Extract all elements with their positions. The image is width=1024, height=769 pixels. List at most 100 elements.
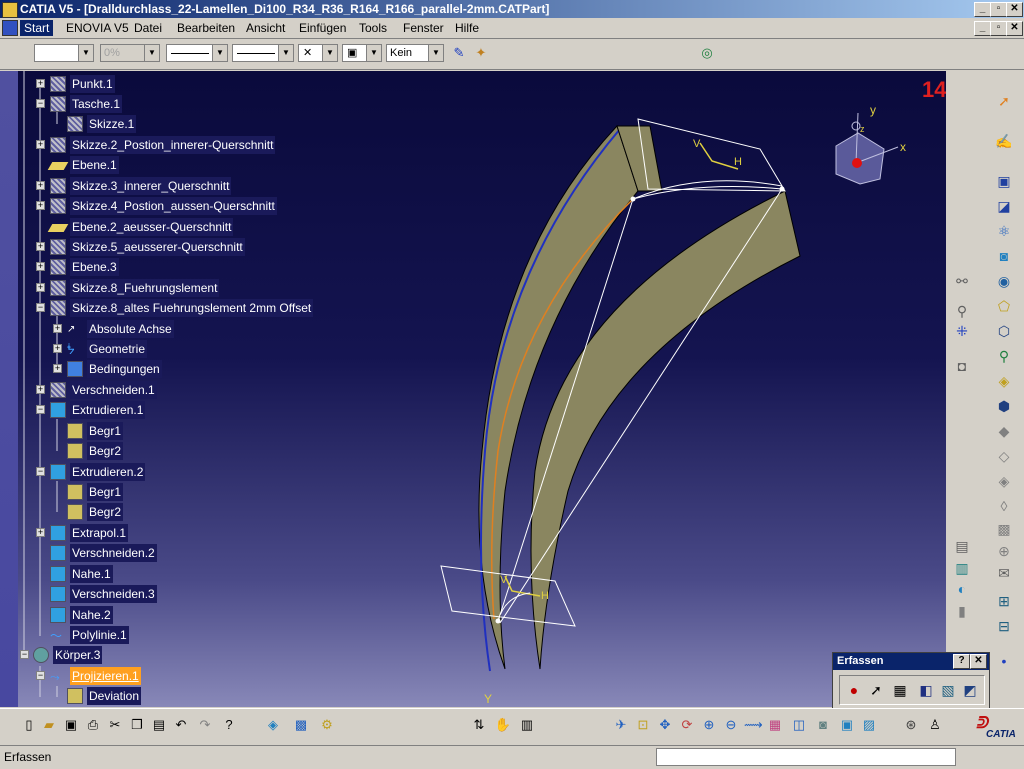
- palette-help-button[interactable]: ?: [953, 654, 970, 669]
- sphere-icon[interactable]: ◉: [994, 271, 1014, 291]
- menu-einfuegen[interactable]: Einfügen: [295, 20, 350, 36]
- redo-icon[interactable]: ↷: [196, 716, 214, 734]
- collapse-toggle[interactable]: −: [36, 303, 45, 312]
- catalog-icon[interactable]: ◎: [698, 44, 716, 62]
- doc-close-button[interactable]: ✕: [1006, 21, 1023, 36]
- open-folder-icon[interactable]: ▰: [40, 716, 58, 734]
- fly-mode-icon[interactable]: ✈: [612, 716, 630, 734]
- boolean-tool-icon[interactable]: ◆: [994, 421, 1014, 441]
- healing-tool-icon[interactable]: ▩: [994, 519, 1014, 539]
- menu-enovia[interactable]: ENOVIA V5: [62, 20, 133, 36]
- menu-fenster[interactable]: Fenster: [399, 20, 448, 36]
- line-icon[interactable]: ◪: [994, 196, 1014, 216]
- sketcher-icon[interactable]: ✍: [994, 131, 1014, 151]
- revolve-tool-icon[interactable]: ⬡: [994, 321, 1014, 341]
- trim-tool-icon[interactable]: ◈: [994, 471, 1014, 491]
- paste-icon[interactable]: ▤: [150, 716, 168, 734]
- axis-system-icon[interactable]: ⊞: [994, 591, 1014, 611]
- grid-icon[interactable]: ⁜: [952, 321, 972, 341]
- point-symbol-select[interactable]: ✕ ▼: [298, 44, 338, 62]
- control-point[interactable]: [630, 196, 636, 202]
- expand-toggle[interactable]: +: [36, 242, 45, 251]
- expand-toggle[interactable]: +: [36, 79, 45, 88]
- expand-toggle[interactable]: +: [53, 344, 62, 353]
- clipboard-icon[interactable]: ▥: [518, 716, 536, 734]
- render-mode-icon[interactable]: ◙: [814, 716, 832, 734]
- person-icon[interactable]: ♙: [926, 716, 944, 734]
- normal-view-icon[interactable]: ⟿: [744, 716, 763, 734]
- split-tool-icon[interactable]: ◇: [994, 446, 1014, 466]
- document-icon[interactable]: [2, 20, 18, 36]
- fill-color-select[interactable]: ▼: [34, 44, 94, 62]
- collapse-toggle[interactable]: −: [20, 650, 29, 659]
- new-document-icon[interactable]: ▯: [20, 716, 38, 734]
- menu-tools[interactable]: Tools: [355, 20, 391, 36]
- blend-tool-icon[interactable]: ⬢: [994, 396, 1014, 416]
- doc-minimize-button[interactable]: _: [974, 21, 991, 36]
- expand-toggle[interactable]: +: [36, 283, 45, 292]
- multi-view-icon[interactable]: ▦: [766, 716, 784, 734]
- constraint-tool-icon[interactable]: ⚯: [952, 271, 972, 291]
- image-capture-icon[interactable]: ▧: [938, 680, 958, 700]
- sweep-tool-icon[interactable]: ⚲: [994, 346, 1014, 366]
- expand-toggle[interactable]: +: [36, 385, 45, 394]
- menu-bearbeiten[interactable]: Bearbeiten: [173, 20, 239, 36]
- minimize-button[interactable]: _: [974, 2, 991, 17]
- command-input[interactable]: [656, 748, 956, 766]
- collapse-toggle[interactable]: −: [36, 405, 45, 414]
- cylinder-icon[interactable]: ◙: [994, 246, 1014, 266]
- close-button[interactable]: ✕: [1006, 2, 1023, 17]
- swap-icon[interactable]: ⇅: [470, 716, 488, 734]
- expand-toggle[interactable]: +: [36, 528, 45, 537]
- control-point[interactable]: [495, 618, 501, 624]
- whats-this-icon[interactable]: ?: [220, 716, 238, 734]
- collapse-toggle[interactable]: −: [36, 99, 45, 108]
- compass-reset-icon[interactable]: ⊛: [902, 716, 920, 734]
- pointer-icon[interactable]: ➚: [866, 680, 886, 700]
- catia-app-icon[interactable]: [2, 2, 18, 18]
- expand-toggle[interactable]: +: [36, 262, 45, 271]
- render-style-select[interactable]: ▣ ▼: [342, 44, 382, 62]
- snap-icon[interactable]: ◘: [952, 356, 972, 376]
- menu-datei[interactable]: Datei: [130, 20, 166, 36]
- layer-select[interactable]: Kein ▼: [386, 44, 444, 62]
- hide-show-icon[interactable]: ▮: [952, 601, 972, 621]
- zoom-out-icon[interactable]: ⊖: [722, 716, 740, 734]
- iso-view-icon[interactable]: ◫: [790, 716, 808, 734]
- extract-tool-icon[interactable]: ✉: [994, 563, 1014, 583]
- measure-tool-icon[interactable]: ▤: [952, 536, 972, 556]
- record-icon[interactable]: ●: [844, 680, 864, 700]
- copy-icon[interactable]: ❐: [128, 716, 146, 734]
- zoom-in-icon[interactable]: ⊕: [700, 716, 718, 734]
- eraser-tool-icon[interactable]: ◐: [952, 579, 972, 599]
- chart-capture-icon[interactable]: ◩: [960, 680, 980, 700]
- swap-visible-icon[interactable]: ▨: [860, 716, 878, 734]
- capture-icon[interactable]: ▦: [890, 680, 910, 700]
- collapse-toggle[interactable]: −: [36, 467, 45, 476]
- layer-tool-icon[interactable]: ▥: [952, 558, 972, 578]
- line-type-select[interactable]: ▼: [232, 44, 294, 62]
- compass-widget[interactable]: [835, 112, 899, 185]
- 3d-capture-icon[interactable]: ◧: [916, 680, 936, 700]
- line-thickness-select[interactable]: ▼: [166, 44, 228, 62]
- select-arrow-icon[interactable]: ➚: [994, 91, 1014, 111]
- hand-icon[interactable]: ✋: [494, 716, 512, 734]
- expand-toggle[interactable]: +: [36, 201, 45, 210]
- point-icon[interactable]: ▣: [994, 171, 1014, 191]
- undo-icon[interactable]: ↶: [172, 716, 190, 734]
- control-point[interactable]: [779, 186, 785, 192]
- collapse-toggle[interactable]: −: [36, 671, 45, 680]
- scan-icon[interactable]: ▩: [292, 716, 310, 734]
- fit-all-icon[interactable]: ⊡: [634, 716, 652, 734]
- expand-toggle[interactable]: +: [36, 140, 45, 149]
- format-painter-icon[interactable]: ✎: [450, 44, 468, 62]
- macro-icon[interactable]: ⚙: [318, 716, 336, 734]
- update-icon[interactable]: ◈: [264, 716, 282, 734]
- repeat-tool-icon[interactable]: ⊟: [994, 616, 1014, 636]
- expand-toggle[interactable]: +: [36, 181, 45, 190]
- expand-toggle[interactable]: +: [53, 324, 62, 333]
- analysis-tool-icon[interactable]: ⚲: [952, 301, 972, 321]
- join-tool-icon[interactable]: ◊: [994, 496, 1014, 516]
- menu-hilfe[interactable]: Hilfe: [451, 20, 483, 36]
- pad-icon[interactable]: ⚛: [994, 221, 1014, 241]
